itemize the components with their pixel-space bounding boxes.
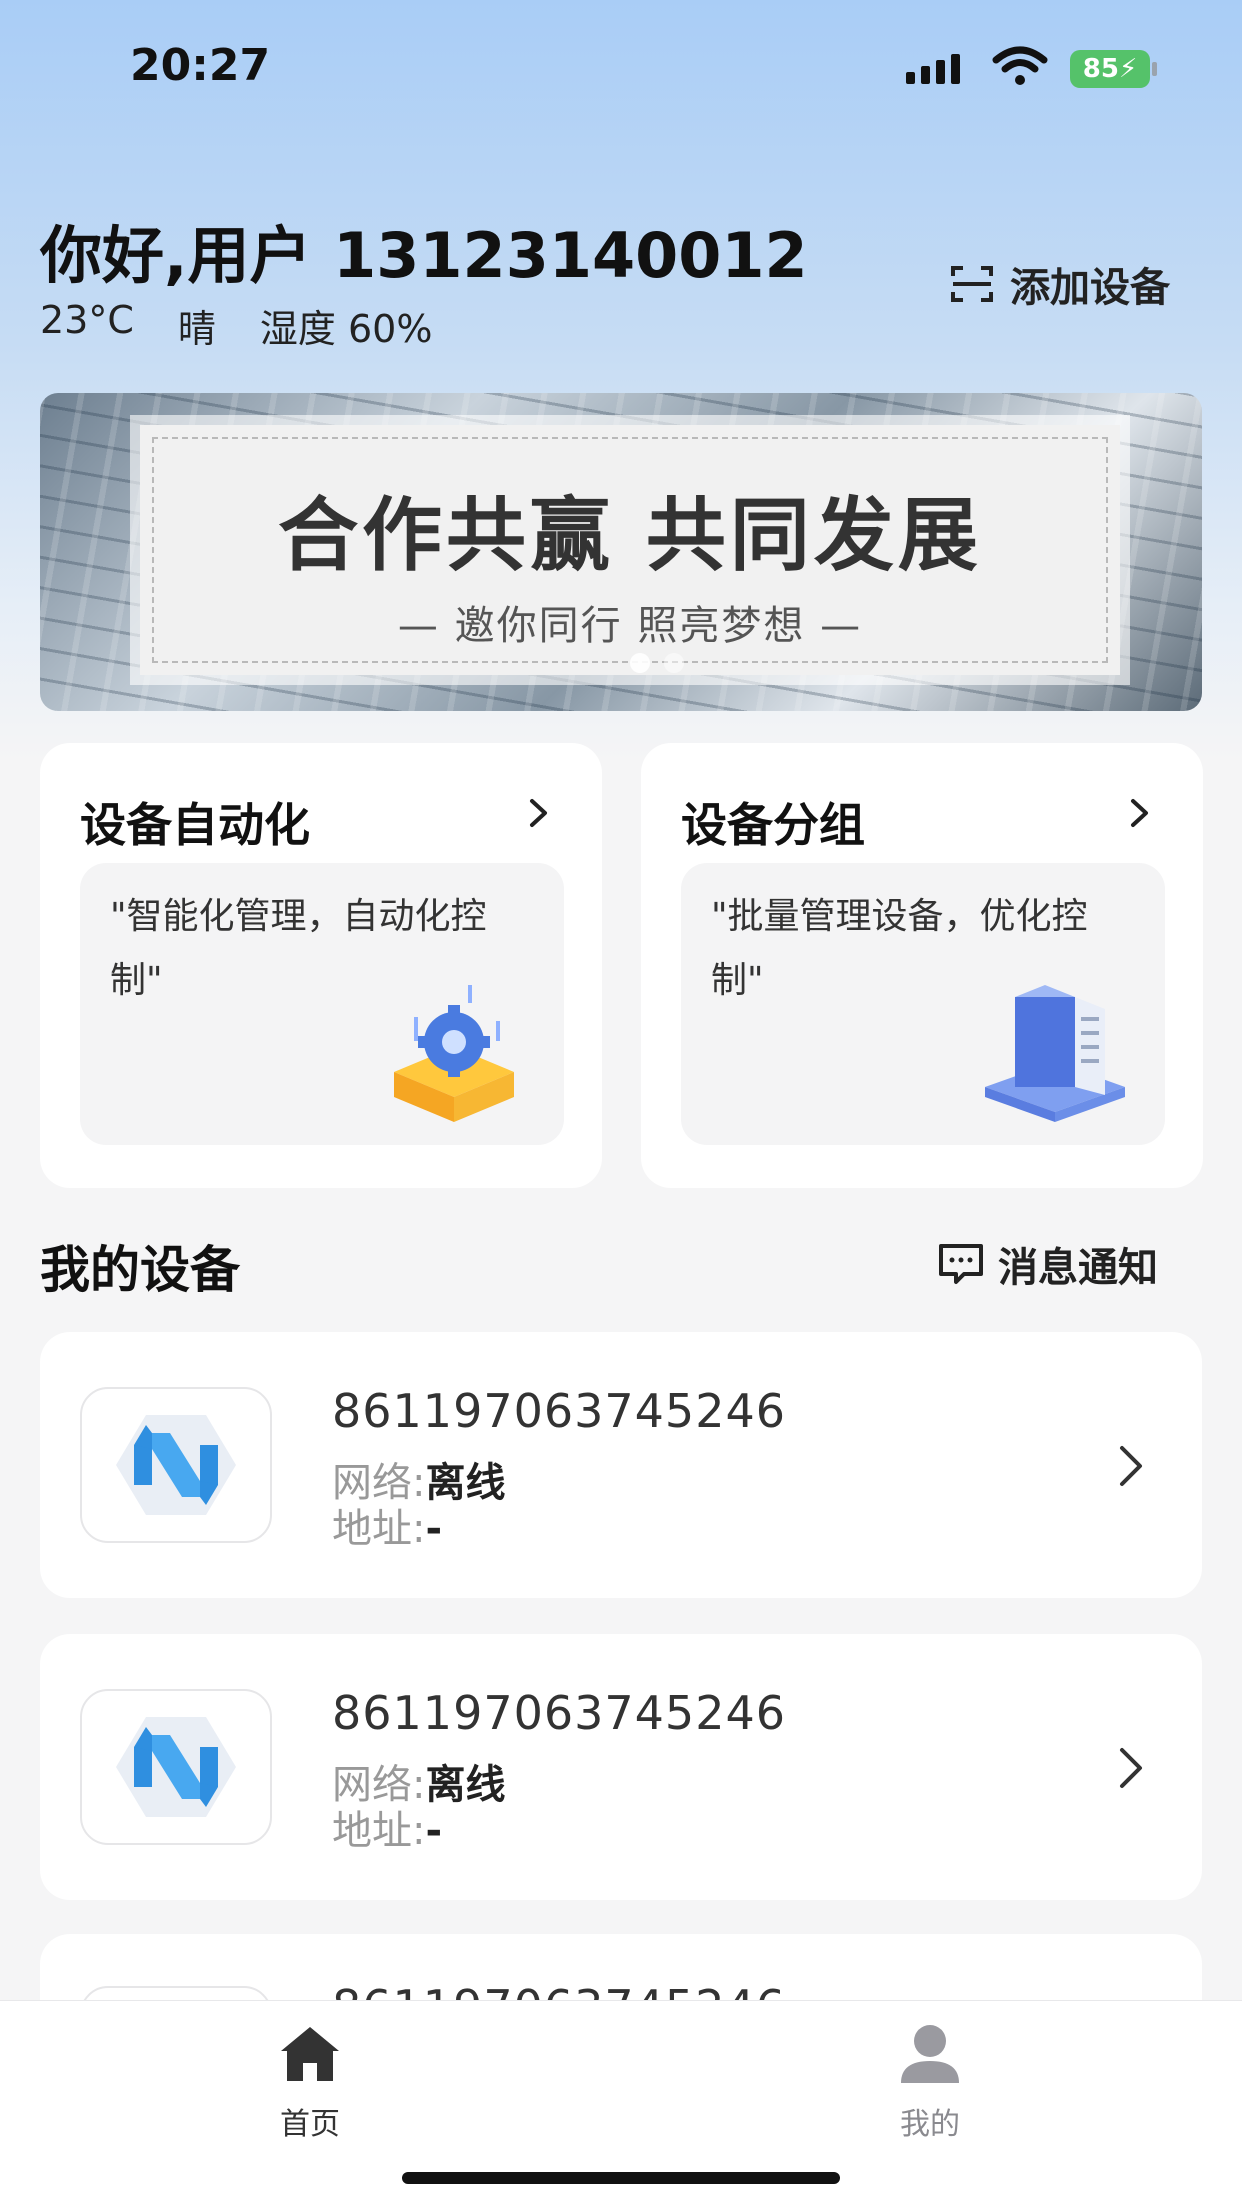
tab-label: 首页 xyxy=(280,2107,340,2142)
weather-condition: 晴 xyxy=(177,307,216,351)
add-device-button[interactable]: 添加设备 xyxy=(950,255,1170,313)
notifications-button[interactable]: 消息通知 xyxy=(938,1235,1158,1293)
chevron-right-icon xyxy=(1120,1748,1142,1788)
device-id: 861197063745246 xyxy=(332,1980,786,2000)
banner-pagination[interactable] xyxy=(630,653,684,673)
battery-icon: 85 ⚡ xyxy=(1070,50,1158,88)
network-status: 离线 xyxy=(425,1460,506,1506)
wifi-icon xyxy=(992,46,1048,85)
weather-temperature: 23°C xyxy=(40,298,134,342)
tab-mine[interactable]: 我的 xyxy=(830,2021,1030,2143)
my-devices-title: 我的设备 xyxy=(40,1241,240,1299)
network-status: 离线 xyxy=(425,1762,506,1808)
weather-info: 23°C 晴 湿度 60% xyxy=(40,298,432,353)
cellular-signal-icon xyxy=(906,52,960,84)
chevron-right-icon xyxy=(1131,799,1148,827)
network-label: 网络: xyxy=(332,1460,426,1506)
device-card[interactable]: 861197063745246 xyxy=(40,1934,1202,2000)
home-icon xyxy=(281,2027,339,2081)
device-logo-icon xyxy=(80,1387,272,1543)
address-label: 地址: xyxy=(332,1808,426,1854)
gear-box-illustration xyxy=(394,985,514,1122)
promo-banner[interactable]: 合作共赢 共同发展 — 邀你同行 照亮梦想 — xyxy=(40,393,1202,711)
device-logo-icon xyxy=(80,1689,272,1845)
status-time: 20:27 xyxy=(130,40,271,91)
device-id: 861197063745246 xyxy=(332,1686,786,1740)
device-id: 861197063745246 xyxy=(332,1384,786,1438)
status-bar: 20:27 85 ⚡ xyxy=(0,0,1242,130)
add-device-label: 添加设备 xyxy=(1010,265,1170,311)
home-indicator xyxy=(402,2172,840,2184)
message-icon xyxy=(939,1244,983,1284)
feature-title: 设备分组 xyxy=(681,798,865,852)
weather-humidity: 湿度 60% xyxy=(259,307,433,351)
greeting-title: 你好,用户 13123140012 xyxy=(40,219,808,292)
address-label: 地址: xyxy=(332,1506,426,1552)
address-value: - xyxy=(425,1506,443,1552)
battery-level: 85 xyxy=(1082,54,1119,84)
feature-body: "智能化管理，自动化控制" xyxy=(80,863,564,1145)
scan-icon xyxy=(951,266,993,302)
banner-title: 合作共赢 共同发展 xyxy=(278,489,982,582)
feature-body: "批量管理设备，优化控制" xyxy=(681,863,1165,1145)
feature-card-grouping[interactable]: 设备分组 "批量管理设备，优化控制" xyxy=(641,743,1203,1188)
device-card[interactable]: 861197063745246 网络:离线 地址:- xyxy=(40,1634,1202,1900)
banner-panel: 合作共赢 共同发展 — 邀你同行 照亮梦想 — xyxy=(140,425,1120,675)
address-value: - xyxy=(425,1808,443,1854)
chevron-right-icon xyxy=(530,799,547,827)
device-card[interactable]: 861197063745246 网络:离线 地址:- xyxy=(40,1332,1202,1598)
chevron-right-icon xyxy=(1120,1446,1142,1486)
tab-label: 我的 xyxy=(900,2107,960,2142)
server-stack-illustration xyxy=(985,985,1125,1122)
user-icon xyxy=(901,2025,959,2083)
feature-title: 设备自动化 xyxy=(80,798,310,852)
banner-subtitle: — 邀你同行 照亮梦想 — xyxy=(397,603,863,649)
notifications-label: 消息通知 xyxy=(998,1245,1158,1291)
device-meta: 网络:离线 地址:- xyxy=(332,1460,505,1552)
device-meta: 网络:离线 地址:- xyxy=(332,1762,505,1854)
device-logo-icon xyxy=(80,1986,272,2000)
network-label: 网络: xyxy=(332,1762,426,1808)
feature-card-automation[interactable]: 设备自动化 "智能化管理，自动化控制" xyxy=(40,743,602,1188)
tab-home[interactable]: 首页 xyxy=(210,2021,410,2143)
